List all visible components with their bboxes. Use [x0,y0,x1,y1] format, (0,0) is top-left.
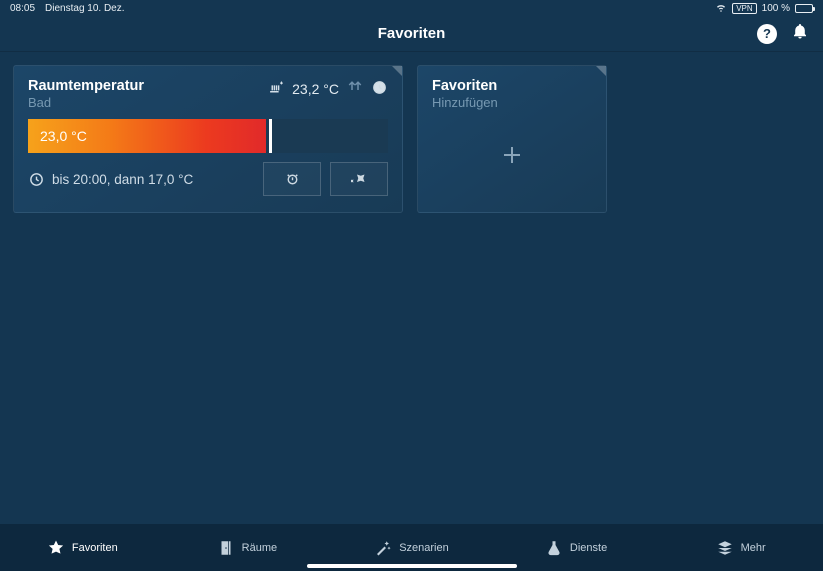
app-header: Favoriten ? [0,16,823,52]
help-button[interactable]: ? [757,24,777,44]
flask-icon [545,539,563,557]
current-temperature: 23,2 °C [292,81,339,97]
nav-label: Favoriten [72,542,118,554]
nav-label: Mehr [741,542,766,554]
clock-icon [28,171,45,188]
battery-text: 100 % [762,3,790,14]
status-date: Dienstag 10. Dez. [45,3,125,14]
add-favorite-card[interactable]: Favoriten Hinzufügen [417,65,607,213]
add-card-subtitle: Hinzufügen [432,95,592,110]
home-indicator[interactable] [307,564,517,568]
page-title: Favoriten [378,25,446,42]
nav-scenarios[interactable]: Szenarien [329,539,494,557]
status-time: 08:05 [10,3,35,14]
nav-label: Räume [242,542,277,554]
add-card-title: Favoriten [432,78,592,94]
temperature-slider[interactable]: 23,0 °C [28,119,388,153]
card-room: Bad [28,95,144,110]
plus-icon [432,110,592,200]
boost-button[interactable] [330,162,388,196]
clock-icon [371,79,388,99]
status-bar: 08:05 Dienstag 10. Dez. VPN 100 % [0,0,823,16]
nav-more[interactable]: Mehr [658,539,823,557]
radiator-icon [268,79,285,99]
nav-label: Dienste [570,542,607,554]
card-title: Raumtemperatur [28,78,144,94]
nav-favorites[interactable]: Favoriten [0,539,165,557]
room-temperature-card[interactable]: Raumtemperatur Bad 23,2 °C 23,0 °C [13,65,403,213]
set-temperature: 23,0 °C [28,128,87,144]
battery-icon [795,4,813,13]
wifi-icon [715,1,727,16]
arrows-up-icon [346,78,364,99]
stack-icon [716,539,734,557]
vpn-indicator: VPN [732,3,756,14]
content-area: Raumtemperatur Bad 23,2 °C 23,0 °C [0,52,823,226]
schedule-text: bis 20:00, dann 17,0 °C [52,172,193,187]
notifications-button[interactable] [791,22,809,45]
door-icon [217,539,235,557]
bottom-nav: Favoriten Räume Szenarien Dienste Mehr [0,524,823,571]
nav-rooms[interactable]: Räume [165,539,330,557]
nav-label: Szenarien [399,542,449,554]
wand-icon [374,539,392,557]
nav-services[interactable]: Dienste [494,539,659,557]
star-icon [47,539,65,557]
schedule-button[interactable] [263,162,321,196]
